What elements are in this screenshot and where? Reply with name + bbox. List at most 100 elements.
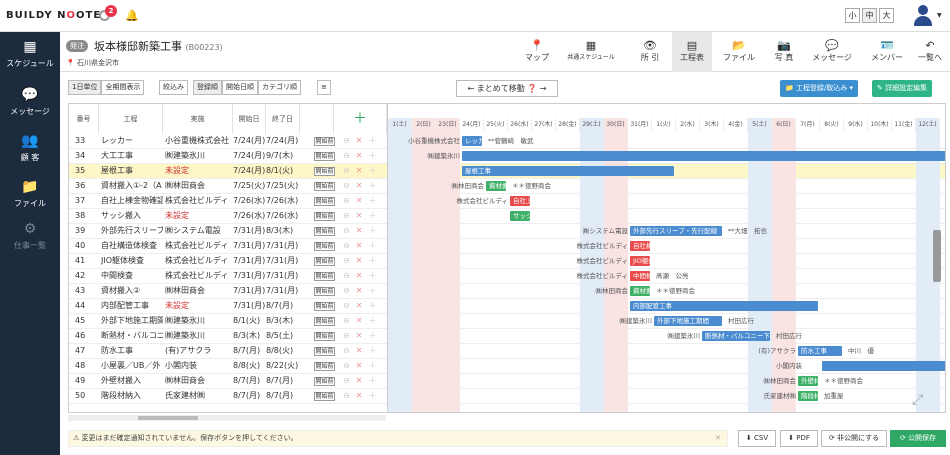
row-actions[interactable]: ⊖✕＋ — [343, 134, 382, 148]
nav-photos[interactable]: 📷 写 真 — [766, 32, 802, 72]
start-status-button[interactable]: 開始前 — [314, 377, 335, 386]
row-actions[interactable]: ⊖✕＋ — [343, 149, 382, 163]
sort-registered-button[interactable]: 登録順 — [193, 80, 222, 95]
sort-start-date-button[interactable]: 開始日順 — [222, 80, 258, 95]
move-right-button[interactable]: → — [537, 84, 547, 93]
gantt-bar[interactable]: 外壁材 — [798, 376, 818, 386]
list-menu-icon[interactable]: ≡ — [317, 80, 331, 95]
notification-icon[interactable]: 2 — [99, 5, 117, 24]
row-actions[interactable]: ⊖✕＋ — [343, 314, 382, 328]
start-status-button[interactable]: 開始前 — [314, 197, 335, 206]
row-actions[interactable]: ⊖✕＋ — [343, 209, 382, 223]
gantt-bar[interactable]: サッシ — [510, 211, 530, 221]
filter-button[interactable]: 絞込み — [159, 80, 188, 95]
gantt-bar[interactable]: レッカ — [462, 136, 482, 146]
row-actions[interactable]: ⊖✕＋ — [343, 239, 382, 253]
start-status-button[interactable]: 開始前 — [314, 272, 335, 281]
gantt-bar[interactable]: JIO躯体 — [630, 256, 650, 266]
sidebar-item-customer[interactable]: 👥 顧 客 — [0, 134, 60, 163]
start-status-button[interactable]: 開始前 — [314, 242, 335, 251]
vertical-scrollbar[interactable] — [933, 230, 941, 282]
help-icon[interactable]: ❓ — [527, 84, 537, 93]
nav-process-chart[interactable]: ▤ 工程表 — [672, 32, 712, 72]
row-actions[interactable]: ⊖✕＋ — [343, 344, 382, 358]
row-actions[interactable]: ⊖✕＋ — [343, 179, 382, 193]
row-actions[interactable]: ⊖✕＋ — [343, 224, 382, 238]
gantt-bar[interactable]: 屋根工事 — [462, 166, 674, 176]
gantt-bar[interactable]: 階段材 — [798, 391, 818, 401]
font-small-button[interactable]: 小 — [845, 8, 860, 23]
sidebar-item-tasks[interactable]: ⚙ 仕事一覧 — [0, 222, 60, 251]
row-actions[interactable]: ⊖✕＋ — [343, 374, 382, 388]
close-icon[interactable]: ✕ — [715, 431, 721, 446]
row-actions[interactable]: ⊖✕＋ — [343, 269, 382, 283]
gantt-bar[interactable]: 内部配管工事 — [630, 301, 818, 311]
start-status-button[interactable]: 開始前 — [314, 182, 335, 191]
gantt-bar[interactable]: 中間検 — [630, 271, 650, 281]
nav-members[interactable]: 🪪 メンバー — [862, 32, 912, 72]
publish-save-button[interactable]: ⟳ 公開保存 — [890, 430, 946, 447]
gantt-bar[interactable]: 外部下地施工期間 — [654, 316, 722, 326]
start-status-button[interactable]: 開始前 — [314, 332, 335, 341]
start-status-button[interactable]: 開始前 — [314, 152, 335, 161]
csv-button[interactable]: ⬇ CSV — [738, 430, 776, 447]
row-actions[interactable]: ⊖✕＋ — [343, 329, 382, 343]
row-actions[interactable]: ⊖✕＋ — [343, 389, 382, 403]
row-actions[interactable]: ⊖✕＋ — [343, 194, 382, 208]
register-import-button[interactable]: 📁 工程登録/取込み ▾ — [780, 80, 859, 97]
start-status-button[interactable]: 開始前 — [314, 302, 335, 311]
nav-map[interactable]: 📍 マップ — [518, 32, 556, 72]
start-status-button[interactable]: 開始前 — [314, 227, 335, 236]
all-period-button[interactable]: 全期間表示 — [101, 80, 145, 95]
nav-back-to-list[interactable]: ↶ 一覧へ — [912, 32, 948, 72]
gantt-bar[interactable]: 断熱材・バルコニー下地 — [702, 331, 770, 341]
sidebar-item-files[interactable]: 📁 ファイル — [0, 180, 60, 209]
table-cell: 49 — [75, 376, 86, 385]
day-unit-button[interactable]: 1日単位 — [68, 80, 102, 95]
start-status-button[interactable]: 開始前 — [314, 257, 335, 266]
nav-common-schedule[interactable]: ▦ 共通スケジュール — [558, 32, 624, 72]
gantt-bar[interactable] — [462, 151, 945, 161]
font-large-button[interactable]: 大 — [879, 8, 894, 23]
font-medium-button[interactable]: 中 — [862, 8, 877, 23]
horizontal-scrollbar[interactable] — [68, 415, 386, 421]
sidebar-item-message[interactable]: 💬 メッセージ — [0, 88, 60, 117]
row-actions[interactable]: ⊖✕＋ — [343, 299, 382, 313]
gantt-person-label: ＊＊徳野商会 — [824, 377, 863, 385]
start-status-button[interactable]: 開始前 — [314, 392, 335, 401]
row-actions[interactable]: ⊖✕＋ — [343, 284, 382, 298]
bell-icon[interactable]: 🔔 — [125, 9, 139, 22]
start-status-button[interactable]: 開始前 — [314, 362, 335, 371]
sidebar-item-schedule[interactable]: ▦ スケジュール — [0, 40, 60, 69]
gantt-bar[interactable] — [822, 361, 945, 371]
unpublish-button[interactable]: ⟳ 非公開にする — [821, 430, 887, 447]
pdf-button[interactable]: ⬇ PDF — [780, 430, 818, 447]
start-status-button[interactable]: 開始前 — [314, 137, 335, 146]
start-status-button[interactable]: 開始前 — [314, 287, 335, 296]
gantt-bar[interactable]: 資材搬 — [630, 286, 650, 296]
start-status-button[interactable]: 開始前 — [314, 212, 335, 221]
bulk-move-control: ← まとめて移動 ❓ → — [456, 80, 558, 97]
app-logo[interactable]: BUILDY NOOTE — [6, 10, 101, 21]
row-actions[interactable]: ⊖✕＋ — [343, 164, 382, 178]
user-menu[interactable]: ▼ — [912, 4, 942, 28]
start-status-button[interactable]: 開始前 — [314, 317, 335, 326]
nav-messages[interactable]: 💬 メッセージ — [804, 32, 860, 72]
sort-category-button[interactable]: カテゴリ順 — [258, 80, 301, 95]
row-actions[interactable]: ⊖✕＋ — [343, 254, 382, 268]
start-status-button[interactable]: 開始前 — [314, 347, 335, 356]
nav-view[interactable]: 👁 所 引 — [628, 32, 672, 72]
gantt-bar[interactable]: 資材搬 — [486, 181, 506, 191]
nav-files[interactable]: 📂 ファイル — [716, 32, 762, 72]
gantt-bar[interactable]: 自社上 — [510, 196, 530, 206]
add-row-icon[interactable]: ＋ — [334, 104, 387, 134]
move-left-button[interactable]: ← — [467, 84, 476, 93]
gantt-bar[interactable]: 防水工事 — [798, 346, 842, 356]
expand-icon[interactable]: ⤢ — [912, 392, 923, 408]
row-actions[interactable]: ⊖✕＋ — [343, 359, 382, 373]
gantt-bar[interactable]: 自社構 — [630, 241, 650, 251]
eye-icon: 👁 — [643, 39, 657, 52]
detail-settings-button[interactable]: ✎ 詳細設定編集 — [872, 80, 933, 97]
gantt-bar[interactable]: 外部先行スリーブ・先行配線 — [630, 226, 722, 236]
start-status-button[interactable]: 開始前 — [314, 167, 335, 176]
